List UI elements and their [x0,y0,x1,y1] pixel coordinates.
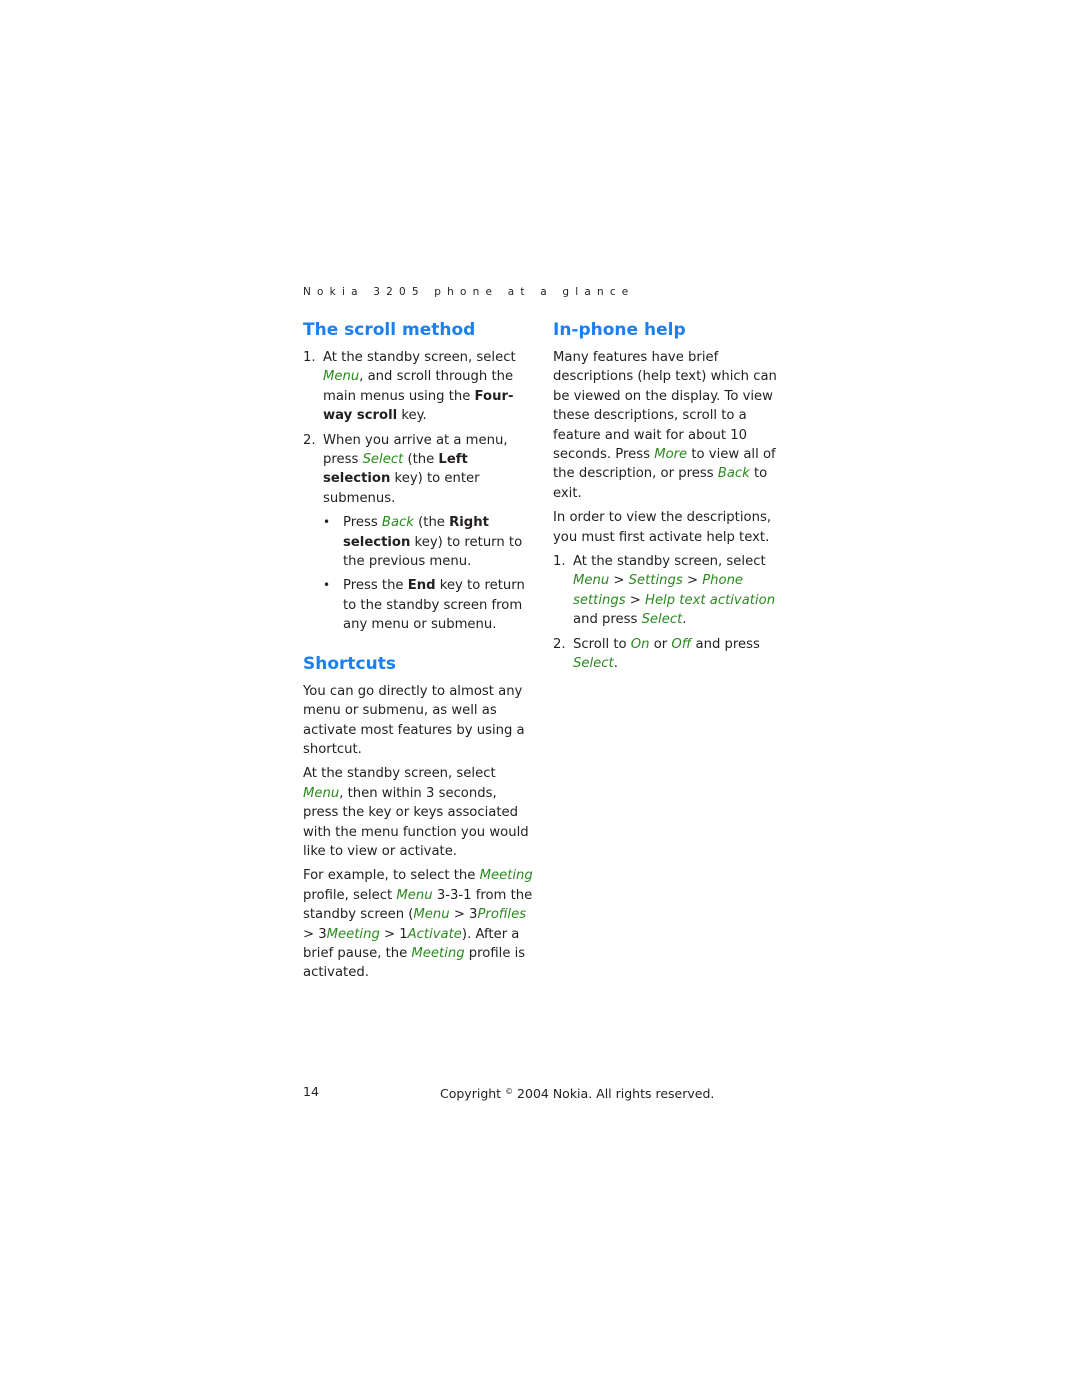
section-title-scroll-method: The scroll method [303,320,476,340]
ui-term-more: More [654,447,688,463]
ui-term-meeting: Meeting [326,926,380,942]
ui-term-menu: Menu [396,887,433,903]
ui-term-meeting: Meeting [411,945,465,961]
step-2: 2. Scroll to On or Off and press Select. [553,635,785,674]
scroll-method-steps: 1. At the standby screen, select Menu, a… [303,348,535,635]
copyright-notice: Copyright © 2004 Nokia. All rights reser… [440,1084,714,1102]
text: key. [397,408,427,424]
shortcuts-paragraph-3: For example, to select the Meeting profi… [303,866,535,982]
step-number: 2. [553,636,566,652]
text: Press the [343,578,408,594]
text: For example, to select the [303,868,480,884]
ui-term-select: Select [573,656,614,672]
ui-term-menu: Menu [303,785,340,801]
bullet-item: • Press Back (the Right selection key) t… [323,513,535,571]
ui-term-select: Select [641,612,683,628]
step-number: 1. [303,350,316,365]
text: Many features have brief descriptions (h… [553,350,777,463]
text: At the standby screen, select [303,766,496,782]
ui-term-off: Off [671,636,692,652]
text: and press [573,612,642,628]
ui-term-activate: Activate [407,926,462,942]
text: . [682,612,687,628]
text: > [609,573,629,589]
text: (the [413,515,450,531]
text: (the [403,452,439,468]
help-paragraph-1: Many features have brief descriptions (h… [553,348,785,503]
text: Copyright [440,1086,506,1101]
bullet-icon: • [323,515,331,530]
ui-term-profiles: Profiles [477,907,527,923]
right-column: In-phone help Many features have brief d… [553,318,785,679]
sub-bullets: • Press Back (the Right selection key) t… [323,513,535,634]
shortcuts-paragraph-2: At the standby screen, select Menu, then… [303,764,535,861]
ui-term-on: On [630,636,650,652]
bullet-icon: • [323,578,331,593]
step-1: 1. At the standby screen, select Menu > … [553,552,785,630]
ui-term-help-text-activation: Help text activation [645,592,776,608]
section-title-shortcuts: Shortcuts [303,653,396,674]
text: 2004 Nokia. All rights reserved. [513,1086,715,1101]
left-column: The scroll method 1. At the standby scre… [303,318,535,988]
running-head: Nokia 3205 phone at a glance [303,286,635,298]
ui-term-settings: Settings [628,573,683,589]
text: Scroll to [573,636,631,652]
step-number: 1. [553,554,566,570]
bullet-item: • Press the End key to return to the sta… [323,576,535,634]
step-1: 1. At the standby screen, select Menu, a… [303,348,535,426]
text: Press [343,515,382,531]
text: > [682,573,703,589]
ui-term-meeting: Meeting [479,868,533,884]
help-paragraph-2: In order to view the descriptions, you m… [553,510,772,545]
text: > 3 [303,926,327,942]
ui-term-back: Back [717,466,750,482]
step-2: 2. When you arrive at a menu, press Sele… [303,431,535,635]
text: > [625,592,646,608]
page-number: 14 [303,1084,319,1099]
help-steps: 1. At the standby screen, select Menu > … [553,552,785,673]
text: At the standby screen, select [573,554,766,570]
ui-term-menu: Menu [413,907,450,923]
text: At the standby screen, select [323,350,516,365]
copyright-symbol: © [505,1087,514,1096]
section-title-inphone-help: In-phone help [553,320,686,340]
text: and press [691,636,760,652]
text: profile, select [303,887,397,903]
shortcuts-paragraph-1: You can go directly to almost any menu o… [303,683,525,757]
step-number: 2. [303,432,316,448]
ui-term-menu: Menu [323,369,360,385]
ui-term-back: Back [381,515,414,531]
ui-term-menu: Menu [573,573,610,589]
text: > 3 [449,907,478,923]
key-name: End [407,578,436,594]
text: . [613,656,618,672]
text: or [649,636,672,652]
ui-term-select: Select [362,452,404,468]
text: > 1 [379,926,408,942]
